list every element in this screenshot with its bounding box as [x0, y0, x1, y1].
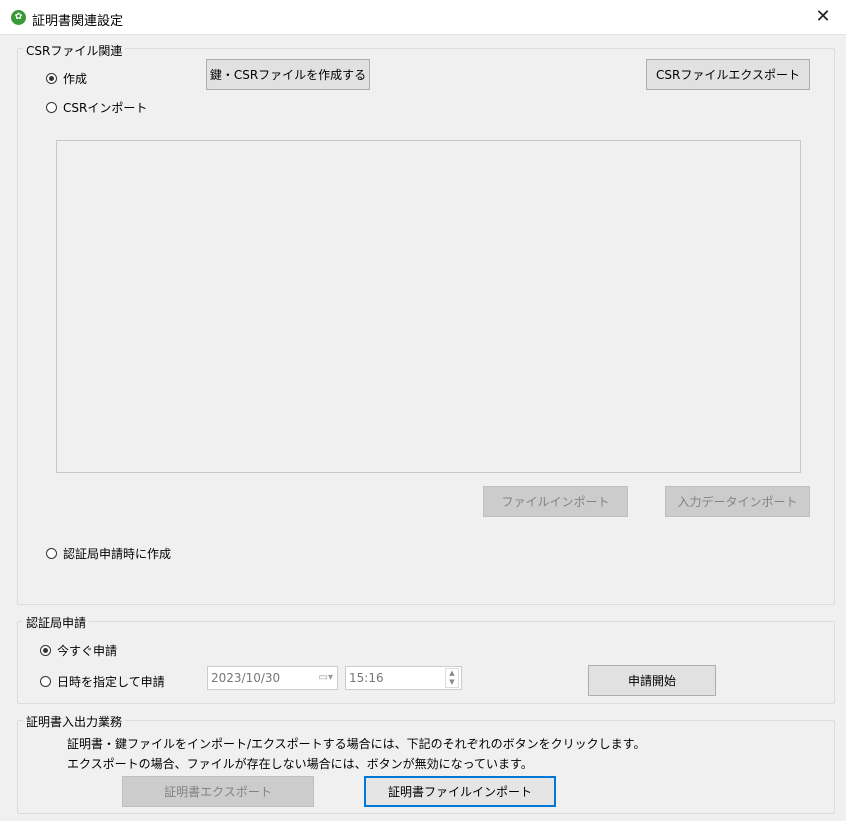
radio-csr-import[interactable]: CSRインポート	[46, 99, 147, 116]
csr-export-button[interactable]: CSRファイルエクスポート	[646, 59, 810, 90]
radio-create[interactable]: 作成	[46, 70, 87, 87]
title-bar: ✿ 証明書関連設定 ✕	[0, 0, 846, 35]
radio-request-scheduled[interactable]: 日時を指定して申請	[40, 673, 165, 690]
time-value: 15:16	[349, 671, 384, 685]
csr-group-legend: CSRファイル関連	[23, 42, 126, 59]
cert-export-button[interactable]: 証明書エクスポート	[122, 776, 314, 807]
app-icon: ✿	[11, 10, 26, 25]
create-key-csr-button[interactable]: 鍵・CSRファイルを作成する	[206, 59, 370, 90]
radio-create-label: 作成	[63, 72, 88, 86]
spinner-up-icon[interactable]: ▲	[446, 669, 458, 678]
calendar-dropdown-icon[interactable]: ▭▾	[319, 672, 333, 683]
csr-text-area[interactable]	[56, 140, 801, 473]
date-picker[interactable]: 2023/10/30 ▭▾	[207, 666, 338, 690]
cert-io-group-legend: 証明書入出力業務	[23, 713, 126, 730]
request-start-button[interactable]: 申請開始	[588, 665, 716, 696]
radio-csr-import-label: CSRインポート	[63, 101, 148, 115]
time-picker[interactable]: 15:16 ▲ ▼	[345, 666, 462, 690]
file-import-button[interactable]: ファイルインポート	[483, 486, 628, 517]
cert-io-note-1: 証明書・鍵ファイルをインポート/エクスポートする場合には、下記のそれぞれのボタン…	[67, 737, 646, 751]
radio-request-now-indicator	[40, 645, 51, 656]
ca-request-group-legend: 認証局申請	[23, 614, 90, 631]
radio-request-now[interactable]: 今すぐ申請	[40, 642, 117, 659]
window-title: 証明書関連設定	[32, 14, 124, 29]
radio-ca-request-create[interactable]: 認証局申請時に作成	[46, 545, 171, 562]
close-button[interactable]: ✕	[800, 0, 846, 34]
date-value: 2023/10/30	[211, 671, 281, 685]
radio-request-now-label: 今すぐ申請	[57, 644, 118, 658]
radio-ca-request-create-indicator	[46, 548, 57, 559]
radio-request-scheduled-label: 日時を指定して申請	[57, 675, 165, 689]
close-icon: ✕	[815, 6, 831, 27]
spinner-down-icon[interactable]: ▼	[446, 678, 458, 687]
cert-io-note-2: エクスポートの場合、ファイルが存在しない場合には、ボタンが無効になっています。	[67, 757, 533, 771]
input-data-import-button[interactable]: 入力データインポート	[665, 486, 810, 517]
radio-csr-import-indicator	[46, 102, 57, 113]
radio-request-scheduled-indicator	[40, 676, 51, 687]
radio-ca-request-create-label: 認証局申請時に作成	[63, 547, 172, 561]
cert-file-import-button[interactable]: 証明書ファイルインポート	[364, 776, 556, 807]
time-spinner[interactable]: ▲ ▼	[445, 668, 459, 688]
radio-create-indicator	[46, 73, 57, 84]
